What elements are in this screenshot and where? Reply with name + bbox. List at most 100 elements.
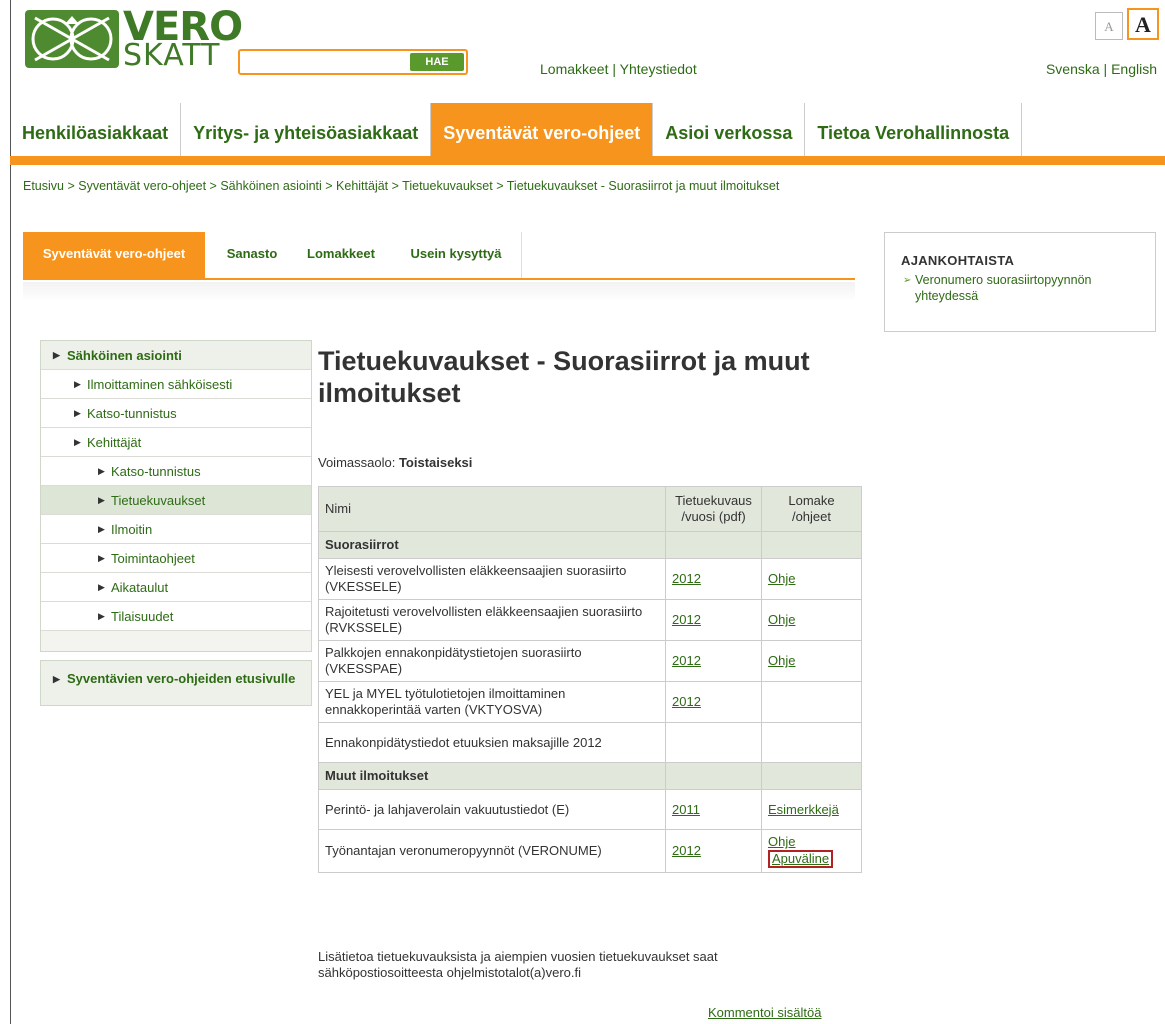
triangle-right-icon: ▶ xyxy=(74,437,81,447)
comment-content-link[interactable]: Kommentoi sisältöä xyxy=(708,1005,821,1020)
row-year-cell: 2012 xyxy=(665,599,762,641)
tab-syventavat-vero-ohjeet[interactable]: Syventävät vero-ohjeet xyxy=(23,232,205,278)
tabs-shadow xyxy=(23,282,855,302)
triangle-right-icon: ▶ xyxy=(74,408,81,418)
record-pdf-link[interactable]: 2012 xyxy=(672,843,701,858)
row-name: Työnantajan veronumeropyynnöt (VERONUME) xyxy=(318,829,666,873)
vero-skatt-logo[interactable]: VERO SKATT xyxy=(25,4,243,73)
sidebar-item-label: Ilmoittaminen sähköisesti xyxy=(87,377,233,392)
row-name: Rajoitetusti verovelvollisten eläkkeensa… xyxy=(318,599,666,641)
breadcrumb[interactable]: Etusivu > Syventävät vero-ohjeet > Sähkö… xyxy=(23,179,779,193)
sidebar-group: ▶ Sähköinen asiointi ▶ Ilmoittaminen sähk… xyxy=(40,340,312,652)
sidebar-item-label: Toimintaohjeet xyxy=(111,551,195,566)
news-link[interactable]: ➢ Veronumero suorasiirtopyynnön yhteydes… xyxy=(901,272,1139,304)
table-row: Ennakonpidätystiedot etuuksien maksajill… xyxy=(318,722,862,763)
arrow-right-icon: ➢ xyxy=(903,275,912,286)
row-links-cell xyxy=(761,722,862,763)
triangle-right-icon: ▶ xyxy=(98,524,105,534)
lang-english-link[interactable]: English xyxy=(1111,61,1157,77)
section-title: Suorasiirrot xyxy=(318,531,666,559)
sidebar-item-label: Katso-tunnistus xyxy=(87,406,177,421)
sidebar-item-label: Ilmoitin xyxy=(111,522,153,537)
sidebar-item-tietuekuvaukset[interactable]: ▶ Tietuekuvaukset xyxy=(41,486,311,515)
section-empty-cell xyxy=(665,531,762,559)
nav-yritys-ja-yhteisoasiakkaat[interactable]: Yritys- ja yhteisöasiakkaat xyxy=(181,103,432,156)
row-links-cell: Esimerkkejä xyxy=(761,789,862,830)
nav-henkiloasiakkaat[interactable]: Henkilöasiakkaat xyxy=(10,103,182,156)
row-year-cell: 2012 xyxy=(665,681,762,723)
lang-separator: | xyxy=(1099,61,1112,77)
row-name: Perintö- ja lahjaverolain vakuutustiedot… xyxy=(318,789,666,830)
table-row: Rajoitetusti verovelvollisten eläkkeensa… xyxy=(318,599,862,641)
table-row: YEL ja MYEL työtulotietojen ilmoittamine… xyxy=(318,681,862,723)
sidebar-item-toimintaohjeet[interactable]: ▶ Toimintaohjeet xyxy=(41,544,311,573)
record-pdf-link[interactable]: 2012 xyxy=(672,612,701,627)
font-size-small-button[interactable]: A xyxy=(1095,12,1123,40)
lang-swedish-link[interactable]: Svenska xyxy=(1046,61,1100,77)
row-links-cell xyxy=(761,681,862,723)
record-pdf-link[interactable]: 2011 xyxy=(672,802,700,817)
nav-tietoa-verohallinnosta[interactable]: Tietoa Verohallinnosta xyxy=(805,103,1023,156)
table-row: Yleisesti verovelvollisten eläkkeensaaji… xyxy=(318,558,862,600)
search-input[interactable] xyxy=(242,53,412,71)
row-links-cell: Ohje xyxy=(761,599,862,641)
record-pdf-link[interactable]: 2012 xyxy=(672,694,701,709)
validity-value: Toistaiseksi xyxy=(398,455,473,470)
sidebar-item-kehittajat[interactable]: ▶ Kehittäjät xyxy=(41,428,311,457)
section-empty-cell xyxy=(665,762,762,790)
instruction-link-ohje[interactable]: Ohje xyxy=(768,834,795,849)
section-tabs: Syventävät vero-ohjeet Sanasto Lomakkeet… xyxy=(23,232,855,280)
instruction-link-ohje[interactable]: Ohje xyxy=(768,612,795,627)
triangle-right-icon: ▶ xyxy=(98,495,105,505)
record-pdf-link[interactable]: 2012 xyxy=(672,653,701,668)
nav-syventavat-vero-ohjeet[interactable]: Syventävät vero-ohjeet xyxy=(431,103,654,156)
contacts-link[interactable]: Yhteystiedot xyxy=(620,61,697,77)
sidebar-item-katso-tunnistus[interactable]: ▶ Katso-tunnistus xyxy=(41,399,311,428)
sidebar-item-back-to-front[interactable]: ▶ Syventävien vero-ohjeiden etusivulle xyxy=(40,660,312,706)
row-name: YEL ja MYEL työtulotietojen ilmoittamine… xyxy=(318,681,666,723)
section-empty-cell xyxy=(761,762,862,790)
row-links-cell: Ohje xyxy=(761,640,862,682)
nav-asioi-verkossa[interactable]: Asioi verkossa xyxy=(653,103,806,156)
triangle-right-icon: ▶ xyxy=(74,379,81,389)
tab-usein-kysyttya[interactable]: Usein kysyttyä xyxy=(395,232,517,278)
sidebar-item-ilmoittaminen-sahkoisesti[interactable]: ▶ Ilmoittaminen sähköisesti xyxy=(41,370,311,399)
record-pdf-link[interactable]: 2012 xyxy=(672,571,701,586)
news-link-label: Veronumero suorasiirtopyynnön yhteydessä xyxy=(915,273,1092,303)
instruction-link-ohje[interactable]: Ohje xyxy=(768,571,795,586)
highlight-box: Apuväline xyxy=(768,850,834,868)
sidebar-item-label: Sähköinen asiointi xyxy=(67,348,182,363)
search-button[interactable]: HAE xyxy=(410,53,464,71)
tabs-divider xyxy=(521,232,522,278)
row-year-cell: 2011 xyxy=(665,789,762,830)
sidebar-item-katso-tunnistus[interactable]: ▶ Katso-tunnistus xyxy=(41,457,311,486)
table-row: Perintö- ja lahjaverolain vakuutustiedot… xyxy=(318,789,862,830)
instruction-link-apuvaline[interactable]: Apuväline xyxy=(772,851,829,866)
search-box: HAE xyxy=(238,49,468,75)
tab-sanasto[interactable]: Sanasto xyxy=(213,232,291,278)
table-row: Työnantajan veronumeropyynnöt (VERONUME)… xyxy=(318,829,862,873)
sidebar-item-aikataulut[interactable]: ▶ Aikataulut xyxy=(41,573,311,602)
row-links-cell: Ohje xyxy=(761,558,862,600)
tab-lomakkeet[interactable]: Lomakkeet xyxy=(291,232,391,278)
sidebar-item-ilmoitin[interactable]: ▶ Ilmoitin xyxy=(41,515,311,544)
main-navigation: Henkilöasiakkaat Yritys- ja yhteisöasiakk… xyxy=(10,103,1165,165)
validity-line: Voimassaolo: Toistaiseksi xyxy=(318,455,472,470)
column-header-name: Nimi xyxy=(318,486,666,532)
forms-link[interactable]: Lomakkeet xyxy=(540,61,608,77)
sidebar-item-tilaisuudet[interactable]: ▶ Tilaisuudet xyxy=(41,602,311,631)
top-links-separator: | xyxy=(608,61,620,77)
sidebar-group-footer xyxy=(41,631,311,651)
column-header-form: Lomake /ohjeet xyxy=(761,486,862,532)
font-size-large-button[interactable]: A xyxy=(1127,8,1159,40)
sidebar-item-sahkoinen-asiointi[interactable]: ▶ Sähköinen asiointi xyxy=(41,341,311,370)
row-name: Ennakonpidätystiedot etuuksien maksajill… xyxy=(318,722,666,763)
instruction-link-ohje[interactable]: Ohje xyxy=(768,653,795,668)
instruction-link-esimerkkeja[interactable]: Esimerkkejä xyxy=(768,802,839,817)
news-box-title: AJANKOHTAISTA xyxy=(901,253,1015,268)
row-name: Palkkojen ennakonpidätystietojen suorasi… xyxy=(318,640,666,682)
table-header-row: Nimi Tietuekuvaus /vuosi (pdf) Lomake /o… xyxy=(318,486,862,532)
row-year-cell: 2012 xyxy=(665,829,762,873)
page-title: Tietuekuvaukset - Suorasiirrot ja muut i… xyxy=(318,346,810,408)
triangle-right-icon: ▶ xyxy=(53,674,60,684)
